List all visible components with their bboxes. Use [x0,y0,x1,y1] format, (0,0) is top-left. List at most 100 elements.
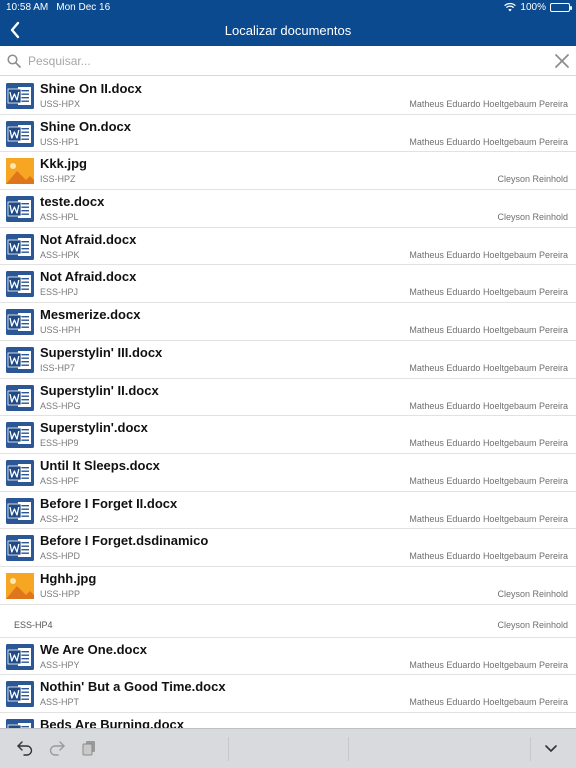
document-name: teste.docx [40,194,105,210]
group-label: ESS-HP4 [14,619,53,630]
search-icon [7,54,21,68]
document-code: ISS-HPZ [40,174,76,185]
document-row[interactable]: Hghh.jpg USS-HPP Cleyson Reinhold [0,567,576,605]
document-owner: Matheus Eduardo Hoeltgebaum Pereira [409,136,568,147]
document-name: Before I Forget II.docx [40,495,178,511]
document-code: ASS-HPK [40,249,80,260]
document-row[interactable]: Not Afraid.docx ASS-HPK Matheus Eduardo Ho… [0,228,576,266]
document-code: ASS-HPL [40,212,79,223]
battery-percent: 100% [520,1,546,13]
document-owner: Matheus Eduardo Hoeltgebaum Pereira [409,287,568,298]
document-name: Superstylin' II.docx [40,382,159,398]
document-row[interactable]: Before I Forget II.docx ASS-HP2 Matheus Ed… [0,492,576,530]
document-row[interactable]: teste.docx ASS-HPL Cleyson Reinhold [0,190,576,228]
keyboard-toolbar [0,728,576,768]
document-row[interactable]: We Are One.docx ASS-HPY Matheus Eduardo Ho… [0,638,576,676]
word-icon [6,196,34,223]
word-icon [6,271,34,298]
document-code: USS-HPX [40,99,81,109]
document-code: USS-HPH [40,325,81,336]
document-code: USS-HPP [40,588,81,599]
page-title: Localizar documentos [224,22,352,38]
document-owner: Matheus Eduardo Hoeltgebaum Pereira [409,475,568,486]
document-name: Not Afraid.docx [40,231,137,247]
document-name: Nothin' But a Good Time.docx [40,679,226,695]
status-date: Mon Dec 16 [56,1,111,13]
status-bar: 10:58 AM Mon Dec 16 100% [0,0,576,14]
document-owner: Matheus Eduardo Hoeltgebaum Pereira [409,659,568,670]
document-row[interactable]: Nothin' But a Good Time.docx ASS-HPT Mathe… [0,675,576,713]
document-name: Beds Are Burning.docx [40,717,184,728]
document-code: ASS-HPG [40,400,81,411]
redo-icon[interactable] [48,739,66,757]
word-icon [6,497,34,524]
document-name: Superstylin' III.docx [40,344,163,360]
document-owner: Matheus Eduardo Hoeltgebaum Pereira [409,325,568,336]
document-name: Mesmerize.docx [40,307,141,323]
group-header: ESS-HP4 Cleyson Reinhold [0,605,576,638]
search-bar [0,46,576,76]
word-icon [6,643,34,670]
word-icon [6,346,34,373]
word-icon [6,309,34,336]
word-icon [6,233,34,260]
document-row[interactable]: Before I Forget.dsdinamico ASS-HPD Matheus… [0,529,576,567]
document-owner: Matheus Eduardo Hoeltgebaum Pereira [409,551,568,562]
document-owner: Matheus Eduardo Hoeltgebaum Pereira [409,99,568,109]
battery-icon [550,2,572,12]
document-owner: Matheus Eduardo Hoeltgebaum Pereira [409,513,568,524]
word-icon [6,681,34,708]
document-owner: Matheus Eduardo Hoeltgebaum Pereira [409,249,568,260]
document-name: Hghh.jpg [40,570,97,586]
chevron-down-icon[interactable] [542,739,560,757]
document-row[interactable]: Beds Are Burning.docx [0,713,576,728]
document-row[interactable]: Kkk.jpg ISS-HPZ Cleyson Reinhold [0,152,576,191]
image-icon [6,572,34,599]
word-icon [6,459,34,486]
document-row[interactable]: Mesmerize.docx USS-HPH Matheus Eduardo Hoe… [0,303,576,341]
copy-icon[interactable] [80,739,98,757]
document-code: ASS-HPD [40,551,81,562]
image-icon [6,158,34,185]
document-row[interactable]: Not Afraid.docx ESS-HPJ Matheus Eduardo Ho… [0,265,576,304]
wifi-icon [504,2,517,11]
document-row[interactable]: Superstylin'.docx ESS-HP9 Matheus Eduardo … [0,416,576,454]
document-code: ASS-HPT [40,697,80,708]
document-code: ESS-HP9 [40,438,79,449]
document-code: ASS-HPY [40,659,80,670]
document-code: ESS-HPJ [40,287,79,298]
document-code: USS-HP1 [40,136,80,147]
undo-icon[interactable] [16,739,34,757]
document-code: ASS-HPF [40,475,80,486]
word-icon [6,719,34,728]
status-time: 10:58 AM [6,1,49,13]
document-name: Shine On.docx [40,118,132,134]
document-name: Shine On II.docx [40,81,142,96]
document-name: Not Afraid.docx [40,269,137,285]
document-row[interactable]: Superstylin' III.docx ISS-HP7 Matheus Edua… [0,341,576,379]
document-row[interactable]: Until It Sleeps.docx ASS-HPF Matheus Eduar… [0,454,576,492]
toolbar-separator [530,737,531,761]
document-row[interactable]: Superstylin' II.docx ASS-HPG Matheus Eduar… [0,379,576,417]
group-owner: Cleyson Reinhold [497,619,568,630]
document-owner: Cleyson Reinhold [497,588,568,599]
document-row[interactable]: Shine On.docx USS-HP1 Matheus Eduardo Hoel… [0,115,576,153]
status-right: 100% [504,1,572,13]
document-owner: Matheus Eduardo Hoeltgebaum Pereira [409,400,568,411]
document-owner: Matheus Eduardo Hoeltgebaum Pereira [409,438,568,449]
document-owner: Cleyson Reinhold [497,212,568,223]
document-name: Before I Forget.dsdinamico [40,533,209,549]
word-icon [6,120,34,147]
close-icon[interactable] [554,53,570,69]
document-owner: Matheus Eduardo Hoeltgebaum Pereira [409,697,568,708]
document-row[interactable]: Shine On II.docx USS-HPX Matheus Eduardo H… [0,77,576,115]
document-name: Superstylin'.docx [40,420,148,436]
word-icon [6,384,34,411]
toolbar-separator [228,737,229,761]
search-input[interactable] [28,51,528,71]
nav-bar: Localizar documentos [0,14,576,46]
word-icon [6,422,34,449]
document-owner: Matheus Eduardo Hoeltgebaum Pereira [409,362,568,373]
document-list: Shine On II.docx USS-HPX Matheus Eduardo H… [0,77,576,728]
back-chevron-icon[interactable] [4,18,28,42]
